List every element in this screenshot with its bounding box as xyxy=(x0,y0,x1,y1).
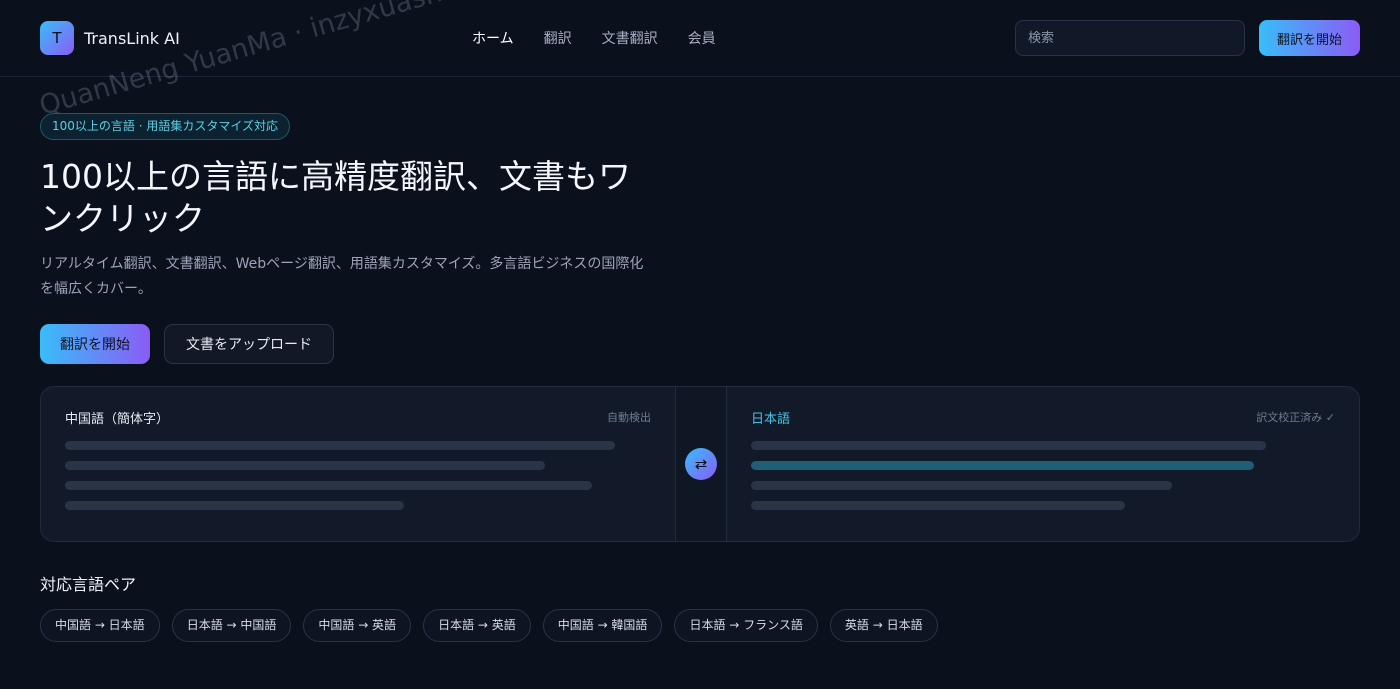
logo-mark-icon: T xyxy=(40,21,74,55)
source-language-label[interactable]: 中国語（簡体字） xyxy=(65,408,169,427)
main-nav: ホーム 翻訳 文書翻訳 会員 xyxy=(472,28,716,48)
target-text-line xyxy=(751,441,1266,450)
language-pair-chip[interactable]: 日本語 → フランス語 xyxy=(674,609,818,642)
nav-document-translate[interactable]: 文書翻訳 xyxy=(602,28,658,48)
source-text-line xyxy=(65,501,404,510)
nav-home[interactable]: ホーム xyxy=(472,28,514,48)
auto-detect-status: 自動検出 xyxy=(607,411,651,424)
hero-subtitle: リアルタイム翻訳、文書翻訳、Webページ翻訳、用語集カスタマイズ。多言語ビジネス… xyxy=(40,256,644,297)
source-text-line xyxy=(65,441,615,450)
brand-name: TransLink AI xyxy=(84,28,180,48)
target-text-line xyxy=(751,501,1125,510)
search-input[interactable] xyxy=(1015,20,1245,56)
pane-divider: ⇄ xyxy=(675,387,727,541)
target-pane[interactable]: 日本語 訳文校正済み ✓ xyxy=(727,387,1359,541)
proofread-status: 訳文校正済み ✓ xyxy=(1256,411,1335,424)
language-pair-chip[interactable]: 英語 → 日本語 xyxy=(829,609,938,642)
swap-languages-icon[interactable]: ⇄ xyxy=(685,448,717,480)
source-pane[interactable]: 中国語（簡体字） 自動検出 xyxy=(41,387,675,541)
language-pairs-list: 中国語 → 日本語 日本語 → 中国語 中国語 → 英語 日本語 → 英語 中国… xyxy=(40,609,938,642)
language-pair-chip[interactable]: 日本語 → 英語 xyxy=(423,609,531,642)
feature-badge: 100以上の言語 · 用語集カスタマイズ対応 xyxy=(40,113,290,140)
hero-title: 100以上の言語に高精度翻訳、文書もワンクリック xyxy=(40,157,631,238)
nav-translate[interactable]: 翻訳 xyxy=(544,28,572,48)
brand-logo[interactable]: T TransLink AI xyxy=(40,21,180,55)
top-header: T TransLink AI ホーム 翻訳 文書翻訳 会員 翻訳を開始 xyxy=(0,0,1400,77)
source-text-line xyxy=(65,481,592,490)
target-text-line-highlight xyxy=(751,461,1254,470)
nav-membership[interactable]: 会員 xyxy=(688,28,716,48)
upload-document-button[interactable]: 文書をアップロード xyxy=(164,324,334,364)
language-pairs-title: 対応言語ペア xyxy=(40,575,137,594)
target-text-line xyxy=(751,481,1172,490)
source-text-line xyxy=(65,461,545,470)
language-pair-chip[interactable]: 日本語 → 中国語 xyxy=(171,609,292,642)
translator-preview: 中国語（簡体字） 自動検出 ⇄ 日本語 訳文校正済み ✓ xyxy=(40,386,1360,542)
language-pair-chip[interactable]: 中国語 → 英語 xyxy=(303,609,412,642)
language-pair-chip[interactable]: 中国語 → 日本語 xyxy=(40,609,160,642)
start-translation-button[interactable]: 翻訳を開始 xyxy=(40,324,150,364)
start-translation-header-button[interactable]: 翻訳を開始 xyxy=(1259,20,1360,56)
language-pair-chip[interactable]: 中国語 → 韓国語 xyxy=(542,609,663,642)
target-language-label[interactable]: 日本語 xyxy=(751,408,790,427)
page: T TransLink AI ホーム 翻訳 文書翻訳 会員 翻訳を開始 Quan… xyxy=(0,0,1400,689)
